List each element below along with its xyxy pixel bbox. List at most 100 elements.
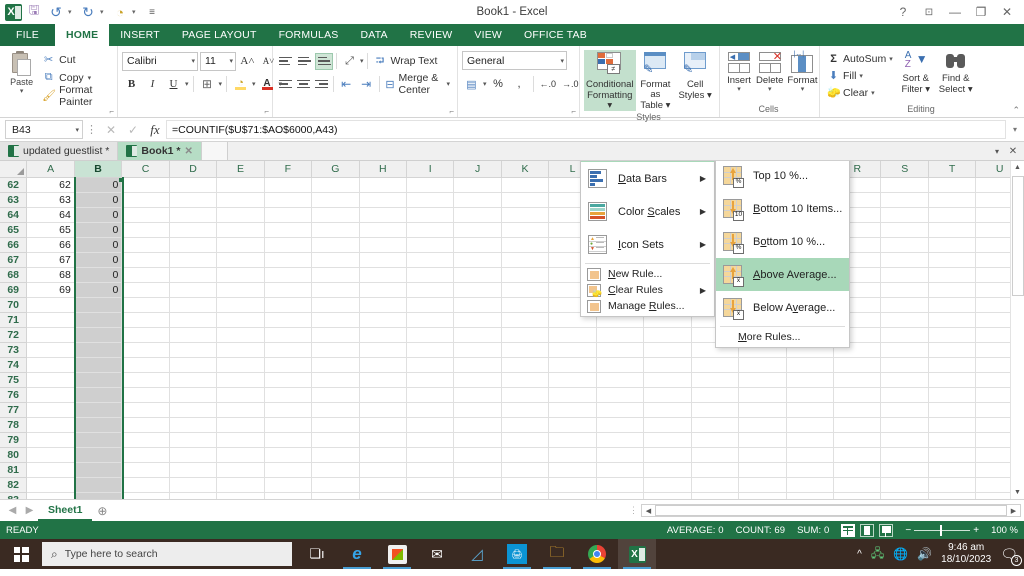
cell-D80[interactable] (168, 446, 218, 463)
align-left-icon[interactable] (277, 76, 294, 93)
cell-M80[interactable] (595, 446, 645, 463)
cell-T62[interactable] (927, 176, 977, 193)
paste-dropdown-icon[interactable]: ▾ (20, 87, 24, 95)
cell-C78[interactable] (121, 416, 170, 433)
cell-H63[interactable] (358, 191, 408, 208)
edge-icon[interactable]: e (338, 539, 376, 569)
taskbar-search-box[interactable]: ⌕ Type here to search (42, 542, 292, 566)
cell-C62[interactable] (121, 176, 170, 193)
row-header-69[interactable]: 69 (0, 281, 28, 298)
cell-Q76[interactable] (785, 386, 835, 403)
cell-K66[interactable] (500, 236, 550, 253)
cell-O83[interactable] (690, 491, 740, 499)
clear-button[interactable]: 🧽 Clear ▾ (824, 84, 896, 101)
cell-C63[interactable] (121, 191, 170, 208)
menu-item-icon-sets[interactable]: ▲ ● ▼ Icon Sets ▶ (581, 228, 714, 261)
row-header-77[interactable]: 77 (0, 401, 28, 418)
row-header-73[interactable]: 73 (0, 341, 28, 358)
cell-G69[interactable] (311, 281, 360, 298)
cell-H64[interactable] (358, 206, 408, 223)
cell-H68[interactable] (358, 266, 408, 283)
cell-Q74[interactable] (785, 356, 835, 373)
row-header-79[interactable]: 79 (0, 431, 28, 448)
start-button[interactable] (0, 539, 42, 569)
cell-T77[interactable] (927, 401, 977, 418)
row-header-82[interactable]: 82 (0, 476, 28, 493)
cell-K79[interactable] (500, 431, 550, 448)
collapse-ribbon-icon[interactable]: ⌃ (1012, 105, 1020, 116)
cell-F78[interactable] (263, 416, 313, 433)
row-header-64[interactable]: 64 (0, 206, 28, 223)
cell-A79[interactable] (26, 431, 75, 448)
doc-tab-menu-icon[interactable]: ▾ (991, 147, 1003, 156)
merge-center-dropdown-icon[interactable]: ▾ (446, 80, 450, 88)
align-middle-icon[interactable] (296, 53, 314, 70)
cell-J73[interactable] (453, 341, 502, 358)
cell-H69[interactable] (358, 281, 408, 298)
cell-E62[interactable] (216, 176, 265, 193)
cell-K65[interactable] (500, 221, 550, 238)
cell-S69[interactable] (880, 281, 929, 298)
cell-F67[interactable] (263, 251, 313, 268)
cell-M72[interactable] (595, 326, 645, 343)
cell-R77[interactable] (833, 401, 882, 418)
cell-K67[interactable] (500, 251, 550, 268)
cell-G70[interactable] (311, 296, 360, 313)
row-header-67[interactable]: 67 (0, 251, 28, 268)
menu-item-bottom-10-items[interactable]: 10 Bottom 10 Items... (716, 192, 849, 225)
cell-L75[interactable] (548, 371, 597, 388)
doc-tab-updated-guestlist[interactable]: updated guestlist * (0, 142, 119, 160)
cell-E80[interactable] (216, 446, 265, 463)
network-icon[interactable]: 🖧 (871, 544, 884, 565)
formula-input[interactable]: =COUNTIF($U$71:$AO$6000,A43) (166, 120, 1006, 139)
cell-styles-button[interactable]: ✎ Cell Styles ▾ (675, 50, 715, 101)
cell-L81[interactable] (548, 461, 597, 478)
cell-P82[interactable] (738, 476, 787, 493)
cell-G66[interactable] (311, 236, 360, 253)
cell-G75[interactable] (311, 371, 360, 388)
doc-tab-new[interactable] (201, 142, 228, 160)
cell-D74[interactable] (168, 356, 218, 373)
scroll-down-icon[interactable]: ▼ (1014, 486, 1021, 499)
tab-review[interactable]: REVIEW (399, 24, 464, 46)
font-size-combo[interactable]: 11 ▾ (200, 51, 236, 71)
cell-F71[interactable] (263, 311, 313, 328)
menu-item-color-scales[interactable]: Color Scales ▶ (581, 195, 714, 228)
cell-F83[interactable] (263, 491, 313, 499)
notifications-icon[interactable]: 🗨 3 (1000, 546, 1022, 566)
undo-icon[interactable]: ↺ (46, 2, 66, 22)
cell-B62[interactable]: 0 (73, 176, 123, 193)
cell-M82[interactable] (595, 476, 645, 493)
cell-N72[interactable] (643, 326, 692, 343)
cell-I73[interactable] (406, 341, 455, 358)
cell-A74[interactable] (26, 356, 75, 373)
cell-C65[interactable] (121, 221, 170, 238)
cell-D62[interactable] (168, 176, 218, 193)
cell-G71[interactable] (311, 311, 360, 328)
cell-D67[interactable] (168, 251, 218, 268)
cell-S63[interactable] (880, 191, 929, 208)
cell-S67[interactable] (880, 251, 929, 268)
cell-E73[interactable] (216, 341, 265, 358)
cell-E72[interactable] (216, 326, 265, 343)
cell-N83[interactable] (643, 491, 692, 499)
cell-I62[interactable] (406, 176, 455, 193)
cell-T72[interactable] (927, 326, 977, 343)
cell-Q82[interactable] (785, 476, 835, 493)
cell-C74[interactable] (121, 356, 170, 373)
cell-J64[interactable] (453, 206, 502, 223)
cell-R82[interactable] (833, 476, 882, 493)
merge-center-button[interactable]: ⊟ Merge & Center ▾ (382, 72, 453, 96)
menu-item-data-bars[interactable]: Data Bars ▶ (581, 162, 714, 195)
cell-A77[interactable] (26, 401, 75, 418)
cell-Q81[interactable] (785, 461, 835, 478)
cell-O78[interactable] (690, 416, 740, 433)
clear-dropdown-icon[interactable]: ▾ (871, 89, 875, 97)
cell-E65[interactable] (216, 221, 265, 238)
row-header-72[interactable]: 72 (0, 326, 28, 343)
cell-C75[interactable] (121, 371, 170, 388)
cell-P75[interactable] (738, 371, 787, 388)
conditional-formatting-button[interactable]: ≠ Conditional Formatting ▾ (584, 50, 636, 111)
cell-A73[interactable] (26, 341, 75, 358)
cell-E69[interactable] (216, 281, 265, 298)
